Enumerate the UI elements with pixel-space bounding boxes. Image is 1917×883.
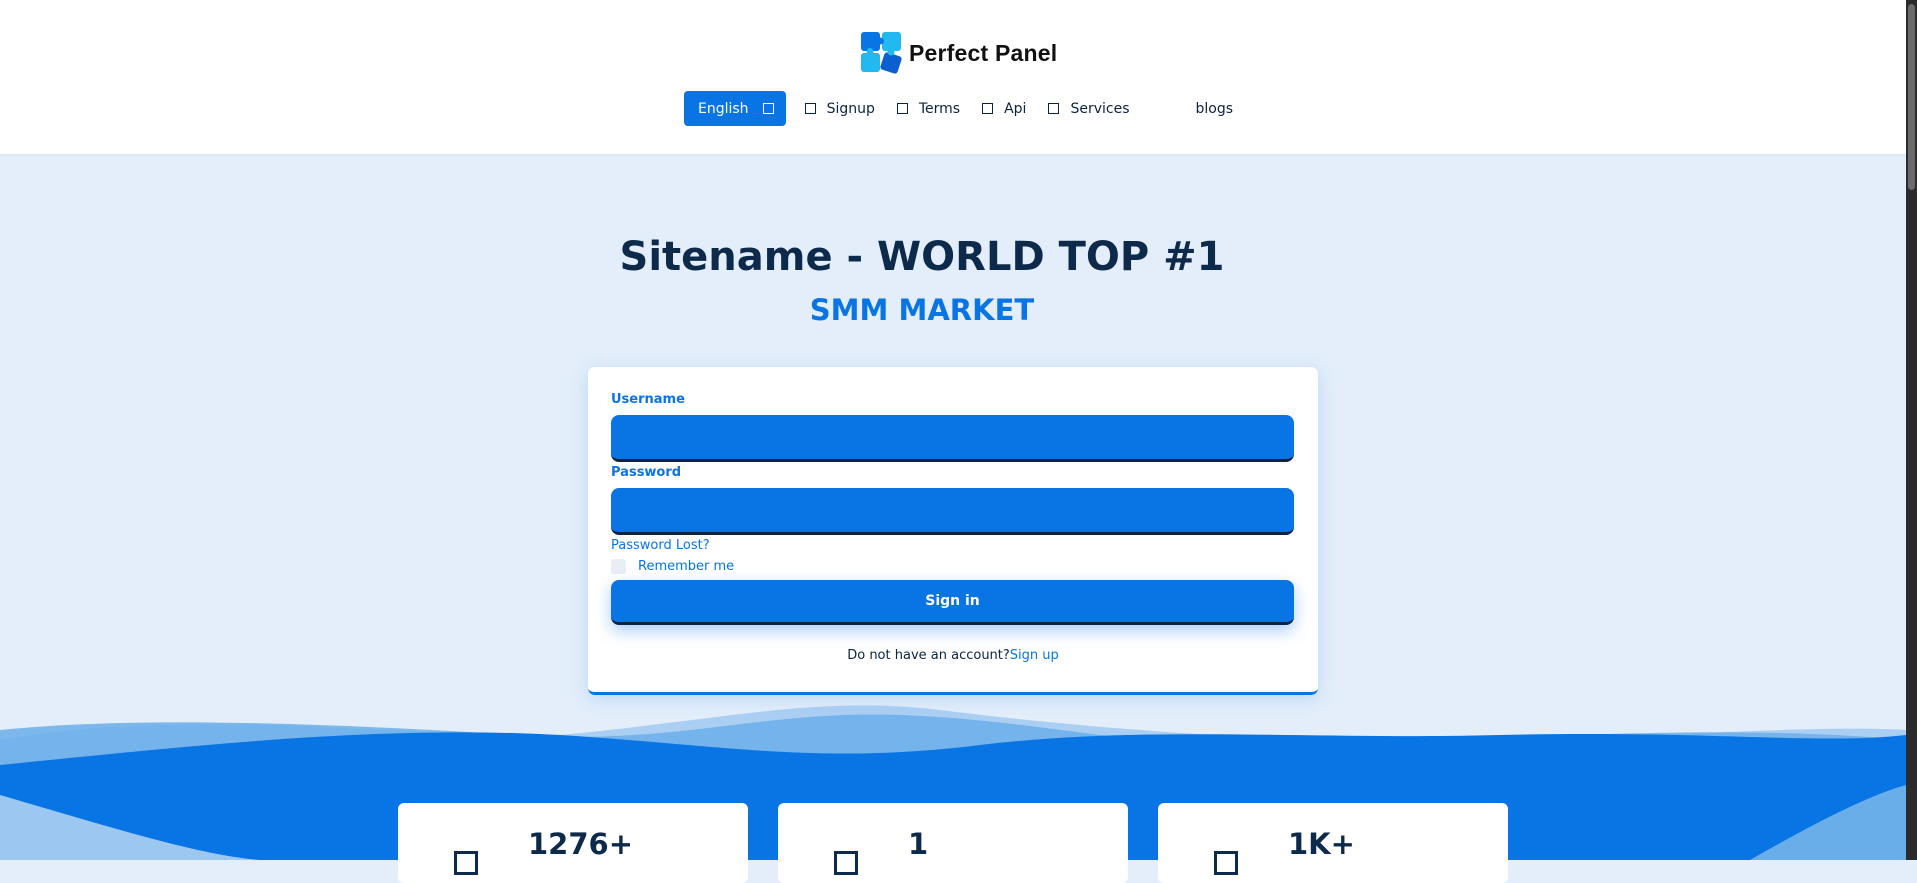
stat-icon — [834, 851, 858, 875]
nav-item-label: Terms — [918, 100, 961, 117]
sign-in-button[interactable]: Sign in — [611, 580, 1294, 625]
remember-me-label: Remember me — [638, 559, 735, 574]
username-input[interactable] — [611, 415, 1294, 462]
language-selector[interactable]: English — [684, 91, 786, 126]
stat-card: 1 — [778, 803, 1128, 883]
stat-value: 1K+ — [1288, 827, 1355, 861]
page-subtitle: SMM MARKET — [809, 293, 1035, 327]
stat-icon — [1214, 851, 1238, 875]
terms-icon — [896, 103, 908, 114]
stat-icon — [454, 851, 478, 875]
stat-value: 1276+ — [528, 827, 634, 861]
nav-item-api[interactable]: Api — [971, 91, 1037, 126]
api-icon — [982, 103, 994, 114]
nav-item-services[interactable]: Services — [1037, 91, 1140, 126]
username-label: Username — [611, 392, 685, 407]
remember-me: Remember me — [611, 559, 734, 574]
password-lost-link[interactable]: Password Lost? — [611, 538, 710, 553]
puzzle-logo-icon — [861, 32, 902, 74]
nav-item-terms[interactable]: Terms — [886, 91, 971, 126]
language-label: English — [698, 100, 749, 117]
page-scrollbar[interactable] — [1906, 0, 1917, 860]
nav-item-label: Signup — [826, 100, 875, 117]
nav-item-label: Api — [1004, 100, 1027, 117]
page-title: Sitename - WORLD TOP #1 — [619, 234, 1225, 280]
stat-card: 1K+ — [1158, 803, 1508, 883]
remember-me-checkbox[interactable] — [611, 559, 626, 574]
stat-value: 1 — [908, 827, 929, 861]
no-account-text: Do not have an account? — [847, 648, 1010, 663]
sign-up-link[interactable]: Sign up — [1010, 648, 1059, 663]
language-icon — [762, 103, 774, 114]
nav-item-label: Services — [1070, 100, 1130, 117]
brand-name: Perfect Panel — [909, 39, 1058, 66]
nav-item-label: blogs — [1195, 100, 1234, 117]
logo[interactable]: Perfect Panel — [859, 30, 1057, 76]
password-label: Password — [611, 465, 682, 480]
signup-icon — [804, 103, 816, 114]
scrollbar-thumb[interactable] — [1908, 4, 1915, 190]
nav-item-signup[interactable]: Signup — [794, 91, 886, 126]
signup-prompt: Do not have an account?Sign up — [588, 648, 1318, 663]
services-icon — [1048, 103, 1060, 114]
nav-item-blogs[interactable]: blogs — [1185, 91, 1245, 126]
site-header: Perfect Panel English Signup Terms Api S… — [0, 0, 1906, 154]
stat-card: 1276+ — [398, 803, 748, 883]
login-card: Username Password Password Lost? Remembe… — [588, 367, 1318, 695]
top-nav: English Signup Terms Api Services blogs — [684, 91, 1244, 126]
password-input[interactable] — [611, 488, 1294, 535]
